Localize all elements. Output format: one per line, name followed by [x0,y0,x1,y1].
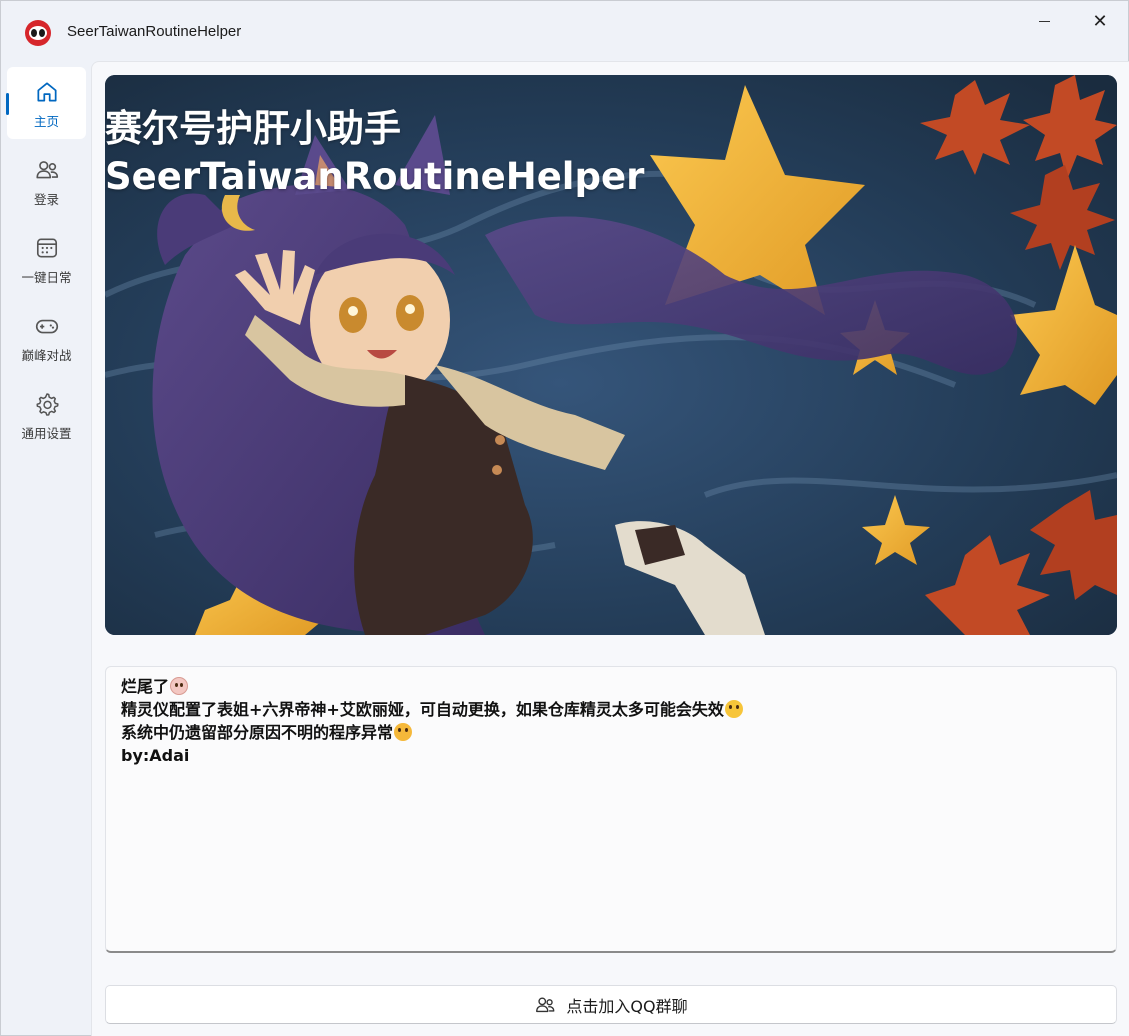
sidebar-item-settings[interactable]: 通用设置 [7,379,86,451]
sidebar-item-label: 主页 [33,114,59,129]
sidebar-item-pvp[interactable]: 巅峰对战 [7,301,86,373]
window-title: SeerTaiwanRoutineHelper [67,23,242,40]
main-content: 赛尔号护肝小助手 SeerTaiwanRoutineHelper 烂尾了 精灵仪… [91,61,1129,1036]
gear-icon [35,393,59,416]
sidebar-item-home[interactable]: 主页 [6,67,86,139]
sidebar-item-login[interactable]: 登录 [7,145,86,217]
notice-line: 系统中仍遗留部分原因不明的程序异常 [121,721,1101,744]
notice-line-text: 烂尾了 [121,677,170,696]
app-window: SeerTaiwanRoutineHelper ✕ 主页 登录 一键日常 巅峰对… [0,0,1129,1036]
notice-textbox[interactable]: 烂尾了 精灵仪配置了表姐+六界帝神+艾欧丽娅，可自动更换，如果仓库精灵太多可能会… [105,666,1117,953]
notice-line: by:Adai [121,744,1101,767]
sidebar-item-label: 巅峰对战 [21,348,72,363]
close-icon: ✕ [1092,10,1108,32]
notice-line-text: 精灵仪配置了表姐+六界帝神+艾欧丽娅，可自动更换，如果仓库精灵太多可能会失效 [121,700,724,719]
sidebar-item-label: 登录 [33,192,59,207]
notice-line: 精灵仪配置了表姐+六界帝神+艾欧丽娅，可自动更换，如果仓库精灵太多可能会失效 [121,698,1101,721]
banner-title-cn: 赛尔号护肝小助手 [105,107,401,150]
close-button[interactable]: ✕ [1073,1,1127,41]
join-qq-group-button[interactable]: 点击加入QQ群聊 [105,985,1117,1024]
notice-line-text: by:Adai [121,746,190,765]
flushed-face-emoji [394,723,413,741]
title-bar: SeerTaiwanRoutineHelper ✕ [1,1,1128,61]
sidebar: 主页 登录 一键日常 巅峰对战 通用设置 [1,61,91,1036]
sidebar-item-label: 一键日常 [21,270,72,285]
banner-title-en: SeerTaiwanRoutineHelper [105,155,645,198]
sidebar-item-label: 通用设置 [21,426,72,441]
gamepad-icon [35,319,58,334]
crying-face-emoji [170,677,189,695]
minimize-icon [1038,20,1050,22]
banner-title: 赛尔号护肝小助手 SeerTaiwanRoutineHelper [105,105,644,201]
join-qq-group-label: 点击加入QQ群聊 [566,996,688,1016]
home-icon [36,82,57,102]
active-indicator [6,93,9,115]
grinning-face-emoji [724,700,743,718]
notice-line: 烂尾了 [121,675,1101,698]
people-icon [536,996,555,1012]
notice-line-text: 系统中仍遗留部分原因不明的程序异常 [121,723,394,742]
seer-logo-icon [25,20,51,46]
banner-image: 赛尔号护肝小助手 SeerTaiwanRoutineHelper [105,75,1117,635]
sidebar-item-daily[interactable]: 一键日常 [7,223,86,295]
calendar-icon [36,238,57,258]
people-icon [35,161,58,179]
minimize-button[interactable] [1017,1,1071,41]
